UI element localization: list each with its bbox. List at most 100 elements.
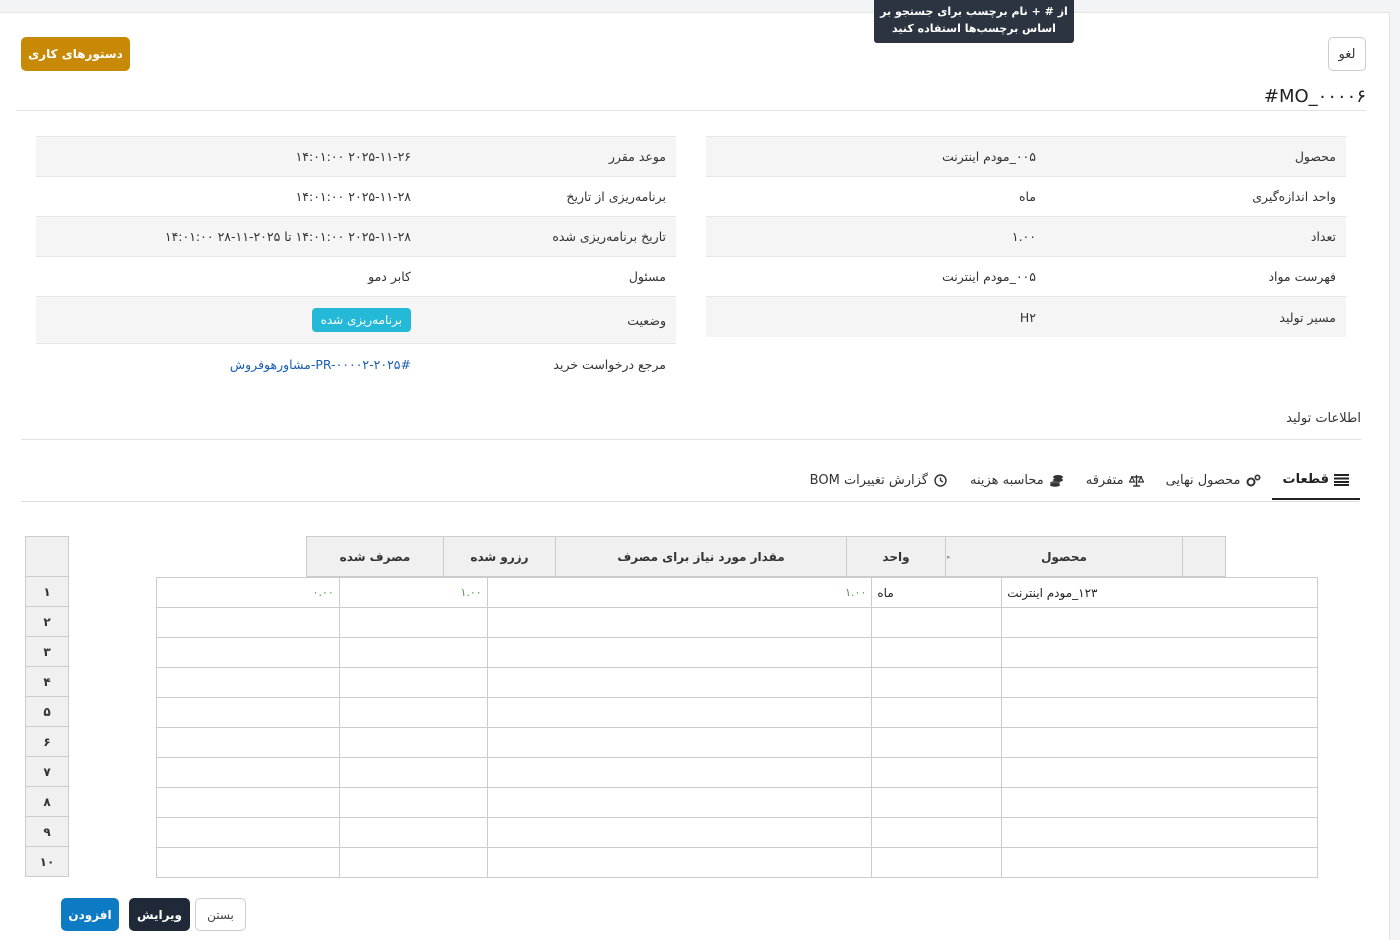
grid-cell[interactable] bbox=[157, 758, 340, 787]
grid-cell[interactable] bbox=[1002, 818, 1318, 847]
grid-cell[interactable] bbox=[488, 788, 873, 817]
row-number[interactable]: ۳ bbox=[26, 637, 68, 667]
grid-cell[interactable] bbox=[872, 788, 1003, 817]
cancel-button[interactable]: لغو bbox=[1328, 37, 1366, 71]
close-button[interactable]: بستن bbox=[195, 898, 246, 931]
grid-cell[interactable] bbox=[488, 848, 873, 877]
row-number[interactable]: ۵ bbox=[26, 697, 68, 727]
info-value: کابر دمو bbox=[368, 269, 411, 284]
table-row bbox=[157, 758, 1318, 788]
info-value: ۲۰۲۵-۱۱-۲۶ ۱۴:۰۱:۰۰ bbox=[295, 149, 411, 164]
col-header-required[interactable]: مقدار مورد نیاز برای مصرف bbox=[555, 536, 846, 577]
tab-label: گزارش تغییرات BOM bbox=[809, 472, 928, 488]
grid-cell[interactable] bbox=[872, 728, 1003, 757]
grid-cell[interactable] bbox=[157, 788, 340, 817]
grid-cell[interactable] bbox=[157, 668, 340, 697]
grid-cell[interactable] bbox=[488, 608, 873, 637]
grid-cell[interactable] bbox=[340, 668, 488, 697]
work-orders-button[interactable]: دستورهای کاری bbox=[21, 37, 130, 71]
grid-cell[interactable] bbox=[157, 728, 340, 757]
info-label: وضعیت bbox=[627, 312, 666, 328]
cell-consumed[interactable]: ۰.۰۰ bbox=[157, 578, 340, 607]
grid-cell[interactable] bbox=[872, 848, 1003, 877]
grid-cell[interactable] bbox=[157, 608, 340, 637]
info-row-routing: مسیر تولید H۲ bbox=[706, 297, 1346, 337]
grid-cell[interactable] bbox=[157, 848, 340, 877]
info-row-quantity: تعداد ۱.۰۰ bbox=[706, 217, 1346, 257]
row-number[interactable]: ۲ bbox=[26, 607, 68, 637]
info-value: ۲۰۲۵-۱۱-۲۸ ۱۴:۰۱:۰۰ تا ۲۰۲۵-۱۱-۲۸ ۱۴:۰۱:… bbox=[164, 229, 411, 244]
grid-cell[interactable] bbox=[340, 608, 488, 637]
row-number[interactable]: ۶ bbox=[26, 727, 68, 757]
components-grid: ۰.۰۰ ۱.۰۰ ۱.۰۰ ماه ۱۲۳_مودم اینترنت bbox=[156, 577, 1318, 878]
tab-label: محصول نهایی bbox=[1165, 472, 1241, 488]
cell-reserved[interactable]: ۱.۰۰ bbox=[340, 578, 488, 607]
purchase-request-link[interactable]: #PR-۰۰۰۰۲-۲۰۲۵-مشاورهوفروش bbox=[230, 357, 411, 372]
edit-button[interactable]: ویرایش bbox=[129, 898, 190, 931]
grid-cell[interactable] bbox=[872, 698, 1003, 727]
grid-cell[interactable] bbox=[1002, 668, 1318, 697]
grid-cell[interactable] bbox=[488, 758, 873, 787]
add-button[interactable]: افزودن bbox=[61, 898, 119, 931]
table-row bbox=[157, 698, 1318, 728]
grid-cell[interactable] bbox=[157, 818, 340, 847]
table-row bbox=[157, 848, 1318, 878]
tab-misc[interactable]: متفرقه bbox=[1075, 460, 1155, 500]
grid-cell[interactable] bbox=[1002, 698, 1318, 727]
grid-cell[interactable] bbox=[1002, 608, 1318, 637]
info-label: مسیر تولید bbox=[1279, 309, 1336, 325]
grid-cell[interactable] bbox=[488, 818, 873, 847]
tab-bom-changes[interactable]: گزارش تغییرات BOM bbox=[799, 460, 959, 500]
table-row bbox=[157, 668, 1318, 698]
col-header-unit[interactable]: واحد bbox=[846, 536, 945, 577]
info-label: محصول bbox=[1294, 149, 1336, 164]
grid-cell[interactable] bbox=[872, 608, 1003, 637]
tab-finished-product[interactable]: محصول نهایی bbox=[1155, 460, 1272, 500]
cell-product[interactable]: ۱۲۳_مودم اینترنت bbox=[1002, 578, 1318, 607]
tab-costing[interactable]: محاسبه هزینه bbox=[959, 460, 1075, 500]
info-value: ۰۰۵_مودم اینترنت bbox=[942, 149, 1036, 164]
grid-cell[interactable] bbox=[340, 758, 488, 787]
tooltip-line-1: از # + نام برچسب برای جستجو بر bbox=[880, 5, 1068, 18]
grid-cell[interactable] bbox=[488, 638, 873, 667]
grid-cell[interactable] bbox=[1002, 788, 1318, 817]
search-tag-tooltip: از # + نام برچسب برای جستجو بر اساس برچس… bbox=[874, 0, 1074, 43]
row-number[interactable]: ۴ bbox=[26, 667, 68, 697]
cell-required[interactable]: ۱.۰۰ bbox=[488, 578, 873, 607]
grid-cell[interactable] bbox=[872, 668, 1003, 697]
col-header-reserved[interactable]: رزرو شده bbox=[443, 536, 555, 577]
info-row-planned-from: برنامه‌ریزی از تاریخ ۲۰۲۵-۱۱-۲۸ ۱۴:۰۱:۰۰ bbox=[36, 177, 676, 217]
grid-cell[interactable] bbox=[340, 698, 488, 727]
row-number[interactable]: ۹ bbox=[26, 817, 68, 847]
grid-cell[interactable] bbox=[872, 638, 1003, 667]
grid-cell[interactable] bbox=[1002, 638, 1318, 667]
grid-cell[interactable] bbox=[1002, 728, 1318, 757]
grid-cell[interactable] bbox=[340, 638, 488, 667]
row-number[interactable]: ۱ bbox=[26, 577, 68, 607]
col-header-consumed[interactable]: مصرف شده bbox=[306, 536, 443, 577]
info-value: H۲ bbox=[1019, 309, 1036, 325]
grid-cell[interactable] bbox=[1002, 758, 1318, 787]
col-header-product[interactable]: ▸ محصول bbox=[945, 536, 1182, 577]
row-number[interactable]: ۸ bbox=[26, 787, 68, 817]
row-number[interactable]: ۷ bbox=[26, 757, 68, 787]
grid-cell[interactable] bbox=[488, 698, 873, 727]
grid-cell[interactable] bbox=[340, 728, 488, 757]
grid-cell[interactable] bbox=[340, 818, 488, 847]
grid-cell[interactable] bbox=[157, 638, 340, 667]
grid-cell[interactable] bbox=[872, 758, 1003, 787]
table-row bbox=[157, 728, 1318, 758]
table-row bbox=[157, 638, 1318, 668]
cell-unit[interactable]: ماه bbox=[872, 578, 1003, 607]
grid-cell[interactable] bbox=[340, 788, 488, 817]
grid-cell[interactable] bbox=[872, 818, 1003, 847]
grid-cell[interactable] bbox=[488, 668, 873, 697]
grid-cell[interactable] bbox=[488, 728, 873, 757]
grid-cell[interactable] bbox=[1002, 848, 1318, 877]
tab-components[interactable]: قطعات bbox=[1271, 460, 1360, 500]
info-row-status: وضعیت برنامه‌ریزی شده bbox=[36, 297, 676, 344]
grid-cell[interactable] bbox=[340, 848, 488, 877]
grid-cell[interactable] bbox=[157, 698, 340, 727]
row-number[interactable]: ۱۰ bbox=[26, 847, 68, 877]
info-label: مسئول bbox=[628, 269, 666, 284]
